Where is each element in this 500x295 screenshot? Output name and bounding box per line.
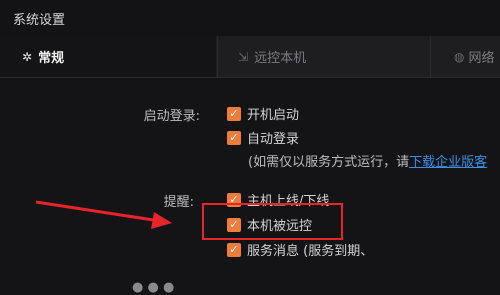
cut-off-row: ● ● ● xyxy=(132,280,175,295)
annotation-arrow-icon xyxy=(35,200,172,229)
